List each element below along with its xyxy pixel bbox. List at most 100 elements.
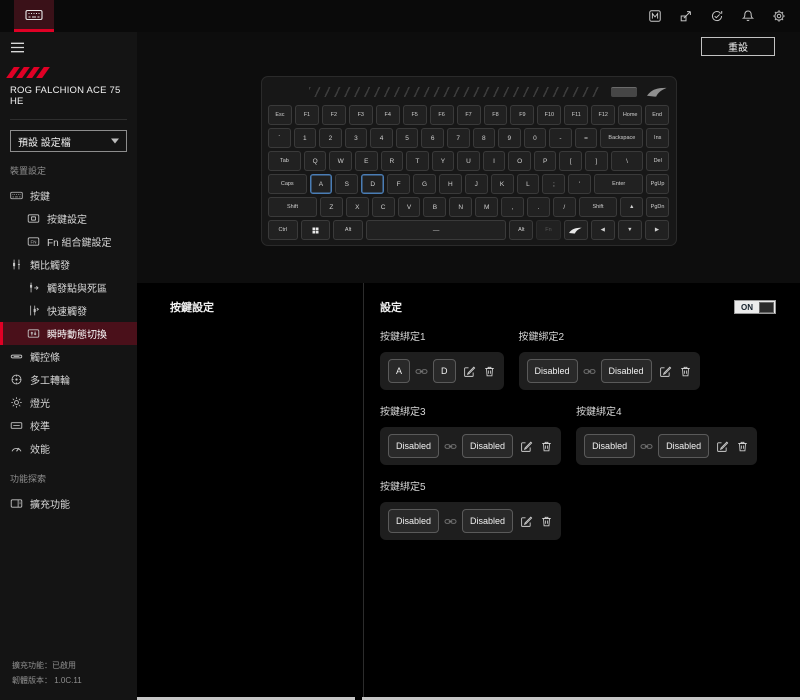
profile-select[interactable]: 預設 設定檔 [10, 130, 127, 152]
key-h[interactable]: H [439, 174, 462, 194]
edit-binding-1-button[interactable] [463, 365, 476, 378]
key-f4[interactable]: F4 [376, 105, 400, 125]
key-period[interactable]: . [527, 197, 550, 217]
key-d[interactable]: D [361, 174, 384, 194]
key-n[interactable]: N [449, 197, 472, 217]
key-bracket-right[interactable]: ] [585, 151, 608, 171]
key-f5[interactable]: F5 [403, 105, 427, 125]
key-q[interactable]: Q [304, 151, 327, 171]
key-r[interactable]: R [381, 151, 404, 171]
sidebar-item-extensions[interactable]: 擴充功能 [0, 492, 137, 515]
macro-button[interactable] [648, 9, 662, 23]
key-z[interactable]: Z [320, 197, 343, 217]
key-i[interactable]: I [483, 151, 506, 171]
sync-button[interactable] [710, 9, 724, 23]
key-x[interactable]: X [346, 197, 369, 217]
key-backspace[interactable]: Backspace [600, 128, 643, 148]
edit-binding-3-button[interactable] [520, 440, 533, 453]
key-e[interactable]: E [355, 151, 378, 171]
binding-1-key1[interactable]: A [388, 359, 410, 383]
edit-binding-2-button[interactable] [659, 365, 672, 378]
sidebar-item-trigger-point-deadzone[interactable]: 觸發點與死區 [0, 276, 137, 299]
sidebar-item-snap-switch[interactable]: 瞬時動態切換 [0, 322, 137, 345]
binding-3-key1[interactable]: Disabled [388, 434, 439, 458]
sidebar-item-keys[interactable]: 按鍵 [0, 184, 137, 207]
key-shift[interactable]: Shift [268, 197, 317, 217]
delete-binding-1-button[interactable] [483, 365, 496, 378]
notifications-button[interactable] [741, 9, 755, 23]
key-comma[interactable]: , [501, 197, 524, 217]
key-j[interactable]: J [465, 174, 488, 194]
binding-1-key2[interactable]: D [433, 359, 456, 383]
key-enter[interactable]: Enter [594, 174, 643, 194]
binding-5-key2[interactable]: Disabled [462, 509, 513, 533]
binding-2-key2[interactable]: Disabled [601, 359, 652, 383]
binding-4-key2[interactable]: Disabled [658, 434, 709, 458]
key-tab[interactable]: Tab [268, 151, 301, 171]
key-1[interactable]: 1 [294, 128, 317, 148]
key-g[interactable]: G [413, 174, 436, 194]
key-slash[interactable]: / [553, 197, 576, 217]
enable-toggle[interactable]: ON [734, 300, 776, 314]
key-t[interactable]: T [406, 151, 429, 171]
key-f[interactable]: F [387, 174, 410, 194]
settings-button[interactable] [772, 9, 786, 23]
key-f1[interactable]: F1 [295, 105, 319, 125]
key-quote[interactable]: ' [568, 174, 591, 194]
key-k[interactable]: K [491, 174, 514, 194]
key-4[interactable]: 4 [370, 128, 393, 148]
key-alt[interactable]: Alt [333, 220, 363, 240]
sidebar-item-fn-combo-settings[interactable]: FNFn 組合鍵設定 [0, 230, 137, 253]
key-f6[interactable]: F6 [430, 105, 454, 125]
key-win[interactable] [301, 220, 331, 240]
sidebar-item-multi-wheel[interactable]: 多工轉輪 [0, 368, 137, 391]
key-esc[interactable]: Esc [268, 105, 292, 125]
key-rog[interactable] [564, 220, 588, 240]
key-b[interactable]: B [423, 197, 446, 217]
key-0[interactable]: 0 [524, 128, 547, 148]
key-f7[interactable]: F7 [457, 105, 481, 125]
delete-binding-4-button[interactable] [736, 440, 749, 453]
key-caps[interactable]: Caps [268, 174, 307, 194]
device-tab[interactable] [14, 0, 54, 32]
key-f3[interactable]: F3 [349, 105, 373, 125]
key-3[interactable]: 3 [345, 128, 368, 148]
sidebar-item-touchbar[interactable]: 觸控條 [0, 345, 137, 368]
key-space[interactable]: — [366, 220, 506, 240]
key-grave[interactable]: ` [268, 128, 291, 148]
key-w[interactable]: W [329, 151, 352, 171]
key-pgdn[interactable]: PgDn [646, 197, 669, 217]
edit-binding-4-button[interactable] [716, 440, 729, 453]
key-end[interactable]: End [645, 105, 669, 125]
binding-3-key2[interactable]: Disabled [462, 434, 513, 458]
key-fn[interactable]: Fn [536, 220, 560, 240]
key-ins[interactable]: Ins [646, 128, 669, 148]
binding-5-key1[interactable]: Disabled [388, 509, 439, 533]
reset-button[interactable]: 重設 [701, 37, 775, 56]
key-m[interactable]: M [475, 197, 498, 217]
sidebar-item-key-settings[interactable]: 按鍵設定 [0, 207, 137, 230]
key-7[interactable]: 7 [447, 128, 470, 148]
binding-2-key1[interactable]: Disabled [527, 359, 578, 383]
key-y[interactable]: Y [432, 151, 455, 171]
delete-binding-5-button[interactable] [540, 515, 553, 528]
binding-4-key1[interactable]: Disabled [584, 434, 635, 458]
key-c[interactable]: C [372, 197, 395, 217]
key-l[interactable]: L [517, 174, 540, 194]
sidebar-item-analog-trigger[interactable]: 類比觸發 [0, 253, 137, 276]
key-home[interactable]: Home [618, 105, 642, 125]
key-a[interactable]: A [310, 174, 333, 194]
key-f10[interactable]: F10 [537, 105, 561, 125]
key-s[interactable]: S [335, 174, 358, 194]
key-f8[interactable]: F8 [484, 105, 508, 125]
key-del[interactable]: Del [646, 151, 669, 171]
key-f12[interactable]: F12 [591, 105, 615, 125]
key-f11[interactable]: F11 [564, 105, 588, 125]
key-p[interactable]: P [534, 151, 557, 171]
key-2[interactable]: 2 [319, 128, 342, 148]
key-bracket-left[interactable]: [ [559, 151, 582, 171]
key-ctrl[interactable]: Ctrl [268, 220, 298, 240]
key-semicolon[interactable]: ; [542, 174, 565, 194]
key-pgup[interactable]: PgUp [646, 174, 669, 194]
sidebar-item-lighting[interactable]: 燈光 [0, 391, 137, 414]
